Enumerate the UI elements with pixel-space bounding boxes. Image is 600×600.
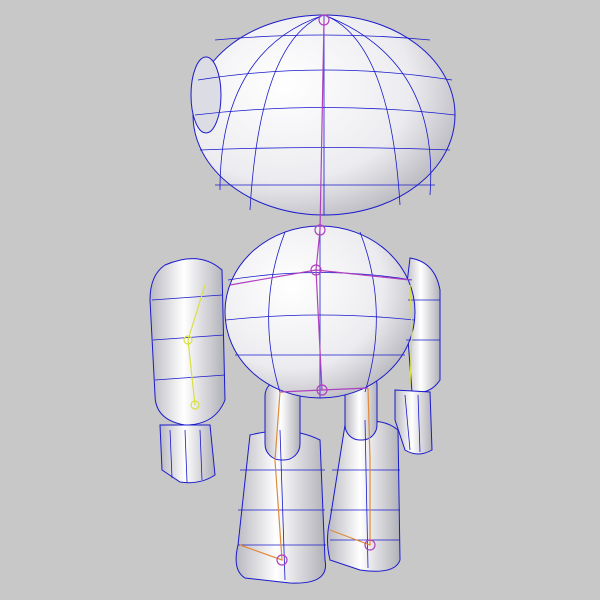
left-arm — [149, 258, 226, 426]
left-hand — [159, 424, 216, 484]
right-leg — [327, 420, 401, 572]
3d-viewport[interactable] — [0, 0, 600, 600]
right-hand — [394, 389, 433, 455]
head-ear — [190, 56, 222, 134]
robot-model-render — [149, 14, 456, 584]
